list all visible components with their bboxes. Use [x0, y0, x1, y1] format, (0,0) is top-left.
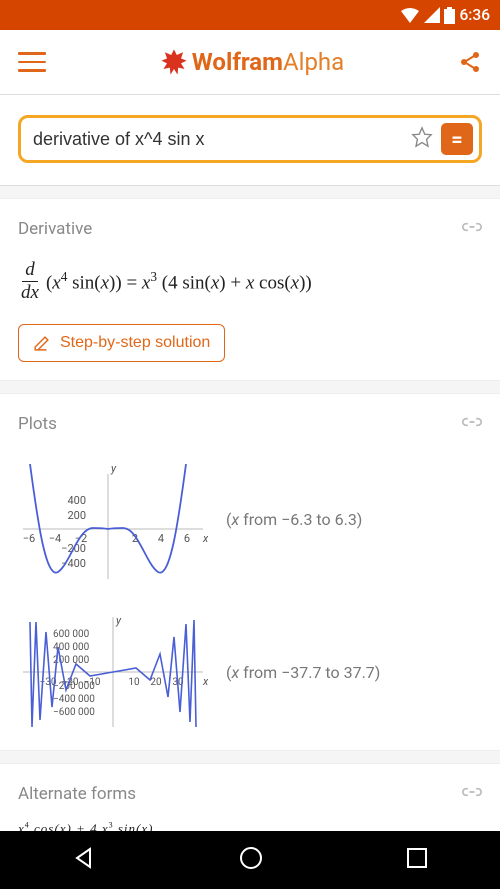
- svg-text:y: y: [115, 614, 122, 627]
- plot-canvas: y x 400 200 −200 −400 −6 −4 −2 2 4 6: [18, 454, 208, 584]
- link-icon: [462, 412, 482, 432]
- favorite-button[interactable]: [411, 126, 433, 152]
- share-button[interactable]: [458, 50, 482, 74]
- back-button[interactable]: [71, 845, 97, 875]
- share-icon: [458, 50, 482, 74]
- wifi-icon: [400, 7, 420, 23]
- svg-text:10: 10: [128, 677, 140, 688]
- plot-canvas: y x 600 000 400 000 200 000 −200 000 −40…: [18, 612, 208, 732]
- svg-text:y: y: [110, 462, 117, 475]
- home-button[interactable]: [238, 845, 264, 875]
- star-icon: [411, 126, 433, 148]
- plot-caption: (x from −37.7 to 37.7): [226, 663, 380, 682]
- plot-1: y x 400 200 −200 −400 −6 −4 −2 2 4 6 (x …: [18, 454, 482, 584]
- search-input[interactable]: [33, 129, 403, 150]
- compute-button[interactable]: =: [441, 123, 473, 155]
- svg-text:−400 000: −400 000: [53, 694, 95, 705]
- app-header: WolframAlpha: [0, 30, 500, 95]
- svg-text:4: 4: [158, 532, 164, 545]
- derivative-result: ddx(x4 sin(x)) = x3 (4 sin(x) + x cos(x)…: [18, 259, 482, 304]
- battery-icon: [444, 7, 455, 24]
- plot-caption: (x from −6.3 to 6.3): [226, 510, 362, 529]
- status-bar: 6:36: [0, 0, 500, 30]
- edit-icon: [33, 335, 50, 352]
- derivative-card: Derivative ddx(x4 sin(x)) = x3 (4 sin(x)…: [0, 198, 500, 381]
- wolfram-spikey-icon: [160, 48, 188, 76]
- svg-text:600 000: 600 000: [53, 629, 90, 640]
- source-link-button[interactable]: [462, 412, 482, 436]
- svg-text:400: 400: [67, 494, 86, 507]
- signal-icon: [424, 7, 440, 23]
- link-icon: [462, 782, 482, 802]
- menu-button[interactable]: [18, 52, 46, 72]
- svg-text:x: x: [202, 675, 208, 688]
- svg-text:200 000: 200 000: [53, 655, 90, 666]
- source-link-button[interactable]: [462, 217, 482, 241]
- step-by-step-button[interactable]: Step-by-step solution: [18, 324, 225, 362]
- svg-text:−10: −10: [84, 677, 101, 688]
- card-title: Alternate forms: [18, 784, 136, 804]
- svg-text:200: 200: [67, 509, 86, 522]
- circle-home-icon: [238, 845, 264, 871]
- square-recents-icon: [405, 846, 429, 870]
- recents-button[interactable]: [405, 846, 429, 874]
- triangle-back-icon: [71, 845, 97, 871]
- plot-2: y x 600 000 400 000 200 000 −200 000 −40…: [18, 612, 482, 732]
- svg-text:−4: −4: [49, 532, 61, 545]
- svg-text:x: x: [202, 532, 208, 545]
- svg-text:20: 20: [150, 677, 162, 688]
- search-box: =: [18, 115, 482, 163]
- logo: WolframAlpha: [46, 48, 458, 76]
- svg-text:−6: −6: [23, 532, 35, 545]
- android-nav-bar: [0, 831, 500, 889]
- card-title: Derivative: [18, 219, 92, 239]
- card-title: Plots: [18, 414, 57, 434]
- svg-text:−600 000: −600 000: [53, 707, 95, 718]
- link-icon: [462, 217, 482, 237]
- plots-card: Plots y x 400 200 −200 −400 −6 −4 −2 2 4…: [0, 393, 500, 751]
- clock: 6:36: [459, 6, 490, 24]
- search-section: =: [0, 95, 500, 186]
- svg-text:6: 6: [184, 532, 190, 545]
- source-link-button[interactable]: [462, 782, 482, 806]
